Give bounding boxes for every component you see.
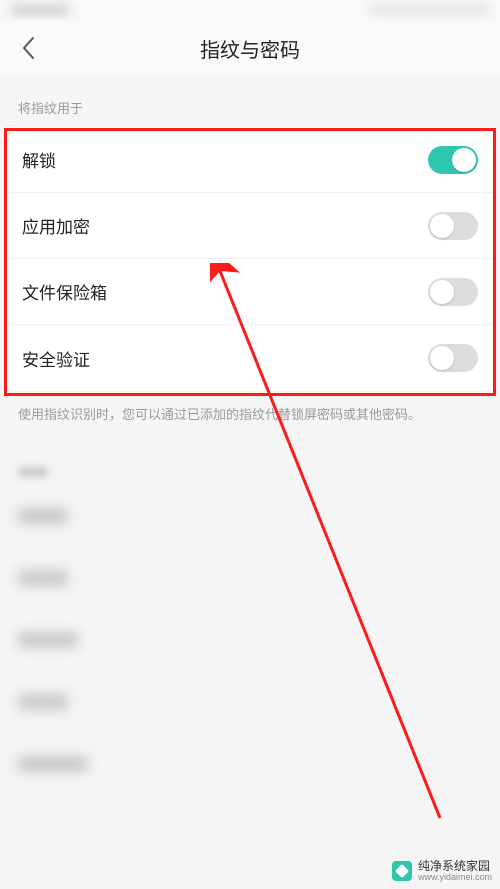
toggle-unlock[interactable] <box>428 146 478 174</box>
row-file-safe: 文件保险箱 <box>4 259 496 325</box>
toggle-security-verify[interactable] <box>428 344 478 372</box>
row-label-app-encrypt: 应用加密 <box>22 213 90 238</box>
back-button[interactable] <box>16 36 40 60</box>
toggle-knob <box>430 280 454 304</box>
watermark: 纯净系统家园 www.yidaimei.com <box>392 860 492 883</box>
toggle-knob <box>452 148 476 172</box>
row-unlock: 解锁 <box>4 127 496 193</box>
section-header: 将指纹用于 <box>0 76 500 127</box>
nav-bar: 指纹与密码 <box>0 20 500 76</box>
watermark-url: www.yidaimei.com <box>418 873 492 883</box>
toggle-file-safe[interactable] <box>428 278 478 306</box>
watermark-logo-icon <box>392 861 412 881</box>
row-app-encrypt: 应用加密 <box>4 193 496 259</box>
footer-note: 使用指纹识别时，您可以通过已添加的指纹代替锁屏密码或其他密码。 <box>0 391 500 439</box>
toggle-knob <box>430 346 454 370</box>
row-label-unlock: 解锁 <box>22 147 56 172</box>
page-title: 指纹与密码 <box>200 34 300 63</box>
toggle-app-encrypt[interactable] <box>428 212 478 240</box>
status-bar <box>0 0 500 20</box>
row-label-security-verify: 安全验证 <box>22 346 90 371</box>
toggle-knob <box>430 214 454 238</box>
fingerprint-settings-group: 解锁 应用加密 文件保险箱 安全验证 <box>4 127 496 391</box>
blurred-content <box>0 439 500 805</box>
row-security-verify: 安全验证 <box>4 325 496 391</box>
back-icon <box>21 36 35 60</box>
row-label-file-safe: 文件保险箱 <box>22 279 107 304</box>
